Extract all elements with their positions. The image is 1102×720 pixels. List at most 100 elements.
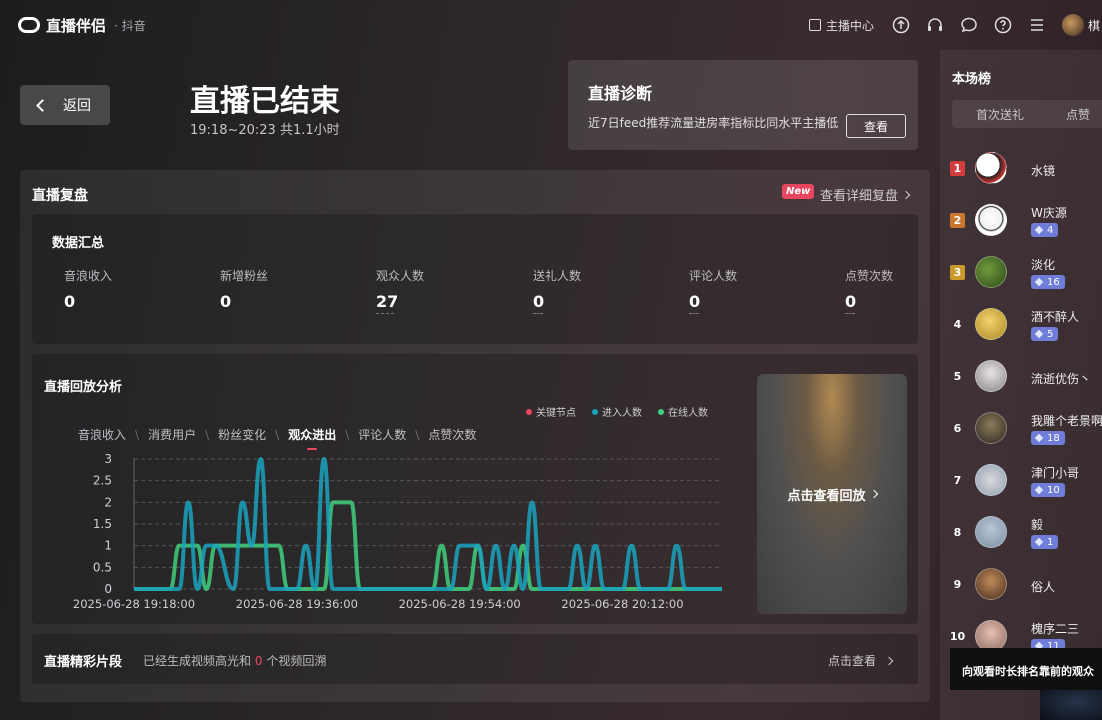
stat-income: 音浪收入 0 [64,267,112,311]
ranking-item[interactable]: 7 津门小哥 10 [950,462,1100,502]
tab-viewer-flow[interactable]: 观众进出 [288,426,336,450]
tab-separator: \ [415,427,420,442]
tab-paying-users[interactable]: 消费用户 [148,426,196,443]
avatar [975,204,1007,236]
rank-user-name: 酒不醉人 [1031,310,1080,324]
rank-number: 8 [953,526,962,539]
y-tick-label: 2.5 [93,474,112,488]
back-button[interactable]: 返回 [20,85,110,125]
diagnosis-view-button[interactable]: 查看 [846,114,906,138]
rank-number: 6 [953,422,962,435]
replay-video-thumbnail[interactable]: 点击查看回放 [757,374,907,614]
ranking-item[interactable]: 4 酒不醉人 5 [950,306,1100,346]
stat-commenters[interactable]: 评论人数 0 [689,267,737,314]
tab-first-gift[interactable]: 首次送礼 [952,106,1024,123]
diamond-icon [1034,277,1044,287]
user-name[interactable]: 棋 [1088,17,1102,34]
ranking-item[interactable]: 8 毅1 [950,514,1100,554]
fan-level-badge: 1 [1031,535,1059,549]
ranking-item[interactable]: 1 水镜 [950,150,1100,190]
view-detailed-review-link[interactable]: 查看详细复盘 [820,185,911,204]
legend-key-nodes: 关键节点 [526,404,576,419]
highlights-desc: 已经生成视频高光和 0 个视频回溯 [143,652,326,669]
stat-likes[interactable]: 点赞次数 0 [845,267,893,314]
tab-separator: \ [135,427,140,442]
rank-user-name: 津门小哥 [1031,466,1080,480]
viewer-flow-chart[interactable]: 0 0.5 1 1.5 2 2.5 3 2025-06-28 19:18:00 2025-06-… [32,444,742,614]
chevron-right-icon [869,489,878,499]
badge-level: 5 [1047,328,1054,340]
stat-viewers[interactable]: 观众人数 27 [376,267,424,314]
user-avatar[interactable] [1062,14,1084,36]
stat-underline [689,313,699,314]
badge-level: 16 [1047,276,1060,288]
video-label-text: 点击查看回放 [787,488,866,504]
help-icon[interactable] [994,16,1012,34]
anchor-center-link[interactable]: 主播中心 [808,17,874,34]
chevron-right-icon [901,190,911,199]
hl-link-label: 点击查看 [828,654,877,668]
stat-value: 0 [689,292,701,311]
fan-level-badge: 5 [1031,327,1059,341]
stat-gifters[interactable]: 送礼人数 0 [533,267,581,314]
avatar [975,308,1007,340]
y-tick-label: 2 [104,495,112,509]
menu-icon[interactable] [1028,16,1046,34]
replay-title: 直播回放分析 [44,380,123,395]
y-tick-label: 1.5 [93,517,112,531]
y-tick-label: 0.5 [93,560,112,574]
rank-number: 4 [953,318,962,331]
rank-user-name: 俗人 [1031,580,1056,594]
detail-link-label: 查看详细复盘 [820,189,899,204]
stat-underline [376,313,394,314]
diamond-icon [1034,433,1044,443]
tab-likes[interactable]: 点赞次数 [428,426,476,443]
ranking-item[interactable]: 9 俗人 [950,566,1100,606]
upload-icon[interactable] [892,16,910,34]
ranking-panel: 本场榜 首次送礼 点赞 1 水镜 2 W庆源 4 3 淡化 16 4 酒不醉人 5 5 流逝优伤丶 6 我雕… [940,50,1102,720]
badge-level: 10 [1047,484,1060,496]
legend-label: 关键节点 [536,408,576,419]
legend-dot [526,408,532,415]
tab-commenters[interactable]: 评论人数 [358,426,406,443]
hl-desc-pre: 已经生成视频高光和 [143,654,252,668]
tab-separator: \ [205,427,210,442]
ranking-item[interactable]: 2 W庆源 4 [950,202,1100,242]
avatar [975,152,1007,184]
highlights-view-link[interactable]: 点击查看 [828,652,894,669]
ranking-item[interactable]: 6 我雕个老景啊 18 [950,410,1102,450]
diamond-icon [1034,225,1044,235]
legend-enter: 进入人数 [592,404,642,419]
diamond-icon [1034,537,1044,547]
badge-level: 18 [1047,432,1060,444]
x-tick-label: 2025-06-28 19:36:00 [236,597,358,611]
chevron-right-icon [884,656,894,665]
ranking-item[interactable]: 5 流逝优伤丶 [950,358,1100,398]
diamond-icon [1034,485,1044,495]
app-platform: · 抖音 [114,18,146,33]
rank-user-name: W庆源 [1031,206,1067,220]
tooltip: 向观看时长排名靠前的观众 [950,648,1102,690]
rank-user-name: 我雕个老景啊 [1031,414,1102,428]
rank-number: 1 [950,161,965,176]
y-tick-label: 1 [104,539,112,553]
avatar [975,360,1007,392]
rank-number: 3 [950,265,965,280]
tab-likes-rank[interactable]: 点赞 [1024,106,1090,123]
headset-icon[interactable] [926,16,944,34]
app-name: 直播伴侣 [46,16,107,35]
message-icon[interactable] [960,16,978,34]
live-duration: 19:18~20:23 共1.1小时 [190,123,340,138]
fan-level-badge: 18 [1031,431,1065,445]
rank-user-name: 槐序二三 [1031,622,1080,636]
ranking-item[interactable]: 3 淡化 16 [950,254,1100,294]
legend-online: 在线人数 [658,404,708,419]
legend-label: 在线人数 [668,408,708,419]
app-logo-icon [18,17,40,33]
tab-fans-change[interactable]: 粉丝变化 [218,426,266,443]
tab-income[interactable]: 音浪收入 [78,426,126,443]
hl-count: 0 [254,654,263,668]
avatar [975,568,1007,600]
stat-value: 0 [64,292,76,311]
chart-icon [808,19,821,31]
